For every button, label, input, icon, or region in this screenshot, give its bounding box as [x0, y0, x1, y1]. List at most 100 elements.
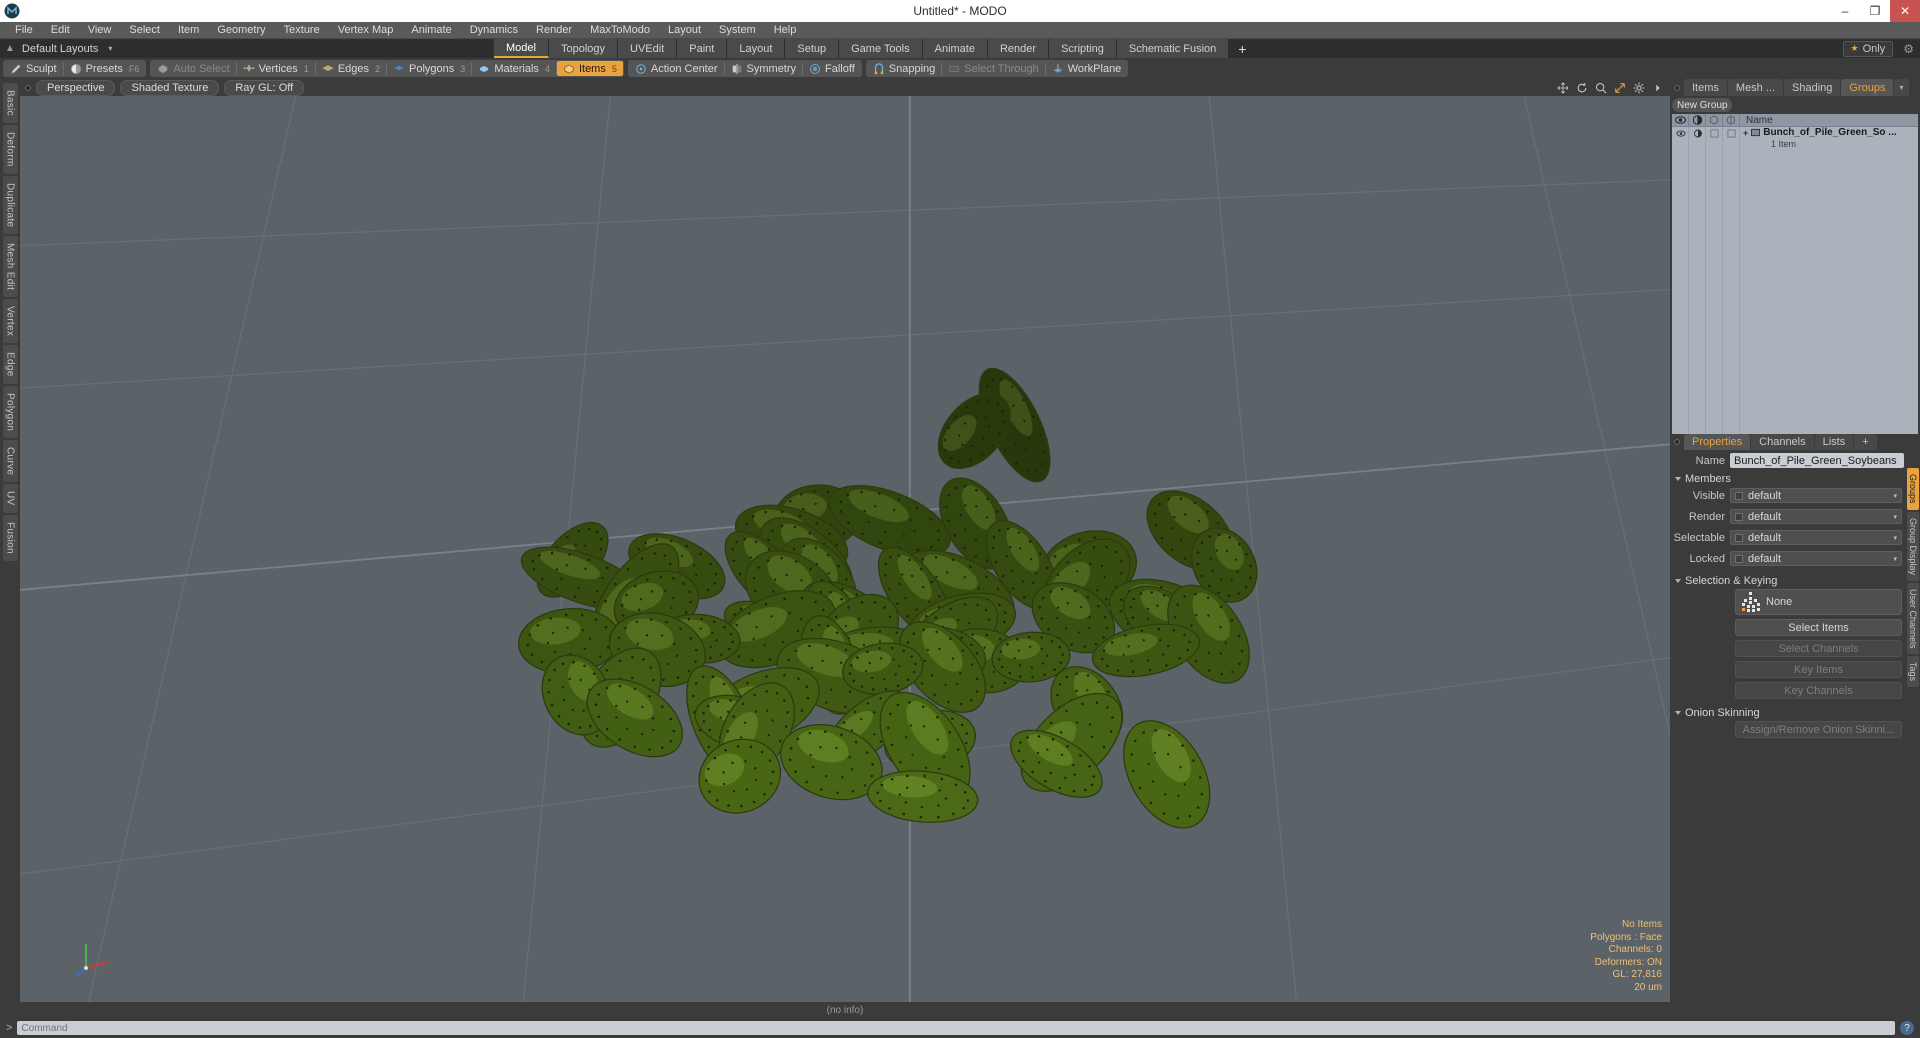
- properties-tab-channels[interactable]: Channels: [1751, 434, 1815, 450]
- row-wire-toggle[interactable]: [1706, 127, 1723, 140]
- collapse-icon[interactable]: ▲: [5, 43, 15, 54]
- group-list-body[interactable]: + Bunch_of_Pile_Green_So ... 1 Item: [1672, 127, 1918, 434]
- chevron-right-icon[interactable]: [1652, 82, 1664, 94]
- assign-remove-onion-skinning-button[interactable]: Assign/Remove Onion Skinni...: [1735, 721, 1902, 738]
- menu-item-file[interactable]: File: [6, 22, 42, 39]
- members-section-header[interactable]: Members: [1670, 469, 1906, 487]
- menu-item-render[interactable]: Render: [527, 22, 581, 39]
- menu-item-dynamics[interactable]: Dynamics: [461, 22, 527, 39]
- shading-mode-dropdown[interactable]: Shaded Texture: [120, 79, 220, 96]
- left-tab-curve[interactable]: Curve: [2, 440, 18, 483]
- menu-item-texture[interactable]: Texture: [275, 22, 329, 39]
- visible-dropdown[interactable]: default ▾: [1730, 488, 1902, 503]
- zoom-icon[interactable]: [1595, 82, 1607, 94]
- new-group-button[interactable]: New Group: [1672, 98, 1732, 112]
- layout-tab-scripting[interactable]: Scripting: [1049, 39, 1117, 58]
- toolbar-button-workplane[interactable]: WorkPlane: [1046, 61, 1128, 76]
- left-tab-mesh-edit[interactable]: Mesh Edit: [2, 235, 18, 298]
- menu-item-layout[interactable]: Layout: [659, 22, 710, 39]
- menu-item-item[interactable]: Item: [169, 22, 208, 39]
- left-tab-fusion[interactable]: Fusion: [2, 514, 18, 561]
- left-tab-deform[interactable]: Deform: [2, 124, 18, 174]
- properties-tab-lists[interactable]: Lists: [1814, 434, 1855, 450]
- toolbar-button-vertices[interactable]: Vertices 1: [237, 61, 315, 76]
- layout-tab-layout[interactable]: Layout: [727, 39, 786, 58]
- menu-item-edit[interactable]: Edit: [42, 22, 79, 39]
- toolbar-button-auto-select[interactable]: Auto Select: [151, 61, 235, 76]
- chevron-down-icon[interactable]: ▾: [1893, 513, 1897, 521]
- properties-tab-properties[interactable]: Properties: [1684, 434, 1752, 450]
- row-shade-toggle[interactable]: [1723, 127, 1740, 140]
- chevron-down-icon[interactable]: ▾: [1893, 534, 1897, 542]
- checkbox-icon[interactable]: [1735, 554, 1743, 563]
- right-tab-groups[interactable]: Groups: [1841, 79, 1895, 96]
- rotate-icon[interactable]: [1576, 82, 1588, 94]
- menu-item-select[interactable]: Select: [120, 22, 169, 39]
- menu-item-animate[interactable]: Animate: [402, 22, 460, 39]
- side-tab-tags[interactable]: Tags: [1907, 656, 1919, 688]
- maximize-button[interactable]: ❐: [1860, 0, 1890, 22]
- gear-icon[interactable]: [1633, 82, 1645, 94]
- left-tab-vertex[interactable]: Vertex: [2, 299, 18, 344]
- toolbar-button-materials[interactable]: Materials 4: [472, 61, 556, 76]
- view-mode-dropdown[interactable]: Perspective: [36, 79, 116, 96]
- layout-tab-uvedit[interactable]: UVEdit: [618, 39, 678, 58]
- toolbar-button-sculpt[interactable]: Sculpt: [4, 61, 63, 76]
- menu-item-help[interactable]: Help: [765, 22, 806, 39]
- viewport-3d[interactable]: No Items Polygons : Face Channels: 0 Def…: [20, 96, 1670, 1002]
- select-channels-button[interactable]: Select Channels: [1735, 640, 1902, 657]
- chevron-down-icon[interactable]: ▾: [1893, 492, 1897, 500]
- menu-item-view[interactable]: View: [79, 22, 121, 39]
- chevron-down-icon[interactable]: ▾: [1893, 555, 1897, 563]
- menu-item-maxtomodo[interactable]: MaxToModo: [581, 22, 659, 39]
- left-tab-polygon[interactable]: Polygon: [2, 385, 18, 439]
- command-input[interactable]: Command: [17, 1021, 1895, 1035]
- panel-menu-dot-icon[interactable]: [1674, 84, 1680, 91]
- name-input[interactable]: Bunch_of_Pile_Green_Soybeans: [1730, 453, 1904, 468]
- layout-tab-topology[interactable]: Topology: [548, 39, 619, 58]
- table-row[interactable]: + Bunch_of_Pile_Green_So ... 1 Item: [1672, 127, 1918, 149]
- toolbar-button-items[interactable]: Items 5: [556, 61, 623, 76]
- gear-icon[interactable]: ⚙: [1903, 42, 1914, 56]
- onion-skinning-section-header[interactable]: Onion Skinning: [1670, 703, 1906, 721]
- toolbar-button-edges[interactable]: Edges 2: [316, 61, 386, 76]
- render-icon[interactable]: [1689, 114, 1706, 126]
- toolbar-button-select-through[interactable]: Select Through: [942, 61, 1044, 76]
- menu-item-vertex-map[interactable]: Vertex Map: [329, 22, 403, 39]
- minimize-button[interactable]: –: [1830, 0, 1860, 22]
- layout-tab-paint[interactable]: Paint: [677, 39, 728, 58]
- chevron-down-icon[interactable]: ▾: [108, 44, 112, 53]
- row-name-cell[interactable]: + Bunch_of_Pile_Green_So ... 1 Item: [1740, 127, 1918, 149]
- layout-tab-game-tools[interactable]: Game Tools: [839, 39, 923, 58]
- chevron-down-icon[interactable]: ▾: [1894, 79, 1910, 96]
- toolbar-button-action-center[interactable]: Action Center: [629, 61, 724, 76]
- properties-tab--[interactable]: +: [1854, 434, 1878, 450]
- eye-icon[interactable]: [1672, 114, 1689, 126]
- layout-tab-setup[interactable]: Setup: [785, 39, 840, 58]
- default-layouts-label[interactable]: Default Layouts: [22, 43, 98, 55]
- expand-toggle-icon[interactable]: +: [1743, 128, 1748, 138]
- side-tab-groups[interactable]: Groups: [1907, 468, 1919, 510]
- left-tab-duplicate[interactable]: Duplicate: [2, 175, 18, 234]
- right-tab-mesh-[interactable]: Mesh ...: [1727, 79, 1785, 96]
- right-tab-items[interactable]: Items: [1684, 79, 1728, 96]
- left-tab-basic[interactable]: Basic: [2, 83, 18, 123]
- toolbar-button-polygons[interactable]: Polygons 3: [387, 61, 471, 76]
- wire-icon[interactable]: [1706, 114, 1723, 126]
- raygl-toggle[interactable]: Ray GL: Off: [224, 79, 305, 96]
- row-render-icon[interactable]: [1689, 127, 1706, 140]
- row-eye-icon[interactable]: [1672, 127, 1689, 140]
- right-tab-shading[interactable]: Shading: [1784, 79, 1842, 96]
- viewport-menu-dot-icon[interactable]: [25, 84, 31, 91]
- selectable-dropdown[interactable]: default ▾: [1730, 530, 1902, 545]
- side-tab-user-channels[interactable]: User Channels: [1907, 582, 1919, 655]
- toolbar-button-falloff[interactable]: Falloff: [803, 61, 861, 76]
- selection-keying-section-header[interactable]: Selection & Keying: [1670, 571, 1906, 589]
- move-icon[interactable]: [1557, 82, 1569, 94]
- side-tab-group-display[interactable]: Group Display: [1907, 511, 1919, 581]
- toolbar-button-symmetry[interactable]: Symmetry: [725, 61, 803, 76]
- layout-tab-render[interactable]: Render: [987, 39, 1050, 58]
- checkbox-icon[interactable]: [1735, 491, 1743, 500]
- key-channels-button[interactable]: Key Channels: [1735, 682, 1902, 699]
- key-items-button[interactable]: Key Items: [1735, 661, 1902, 678]
